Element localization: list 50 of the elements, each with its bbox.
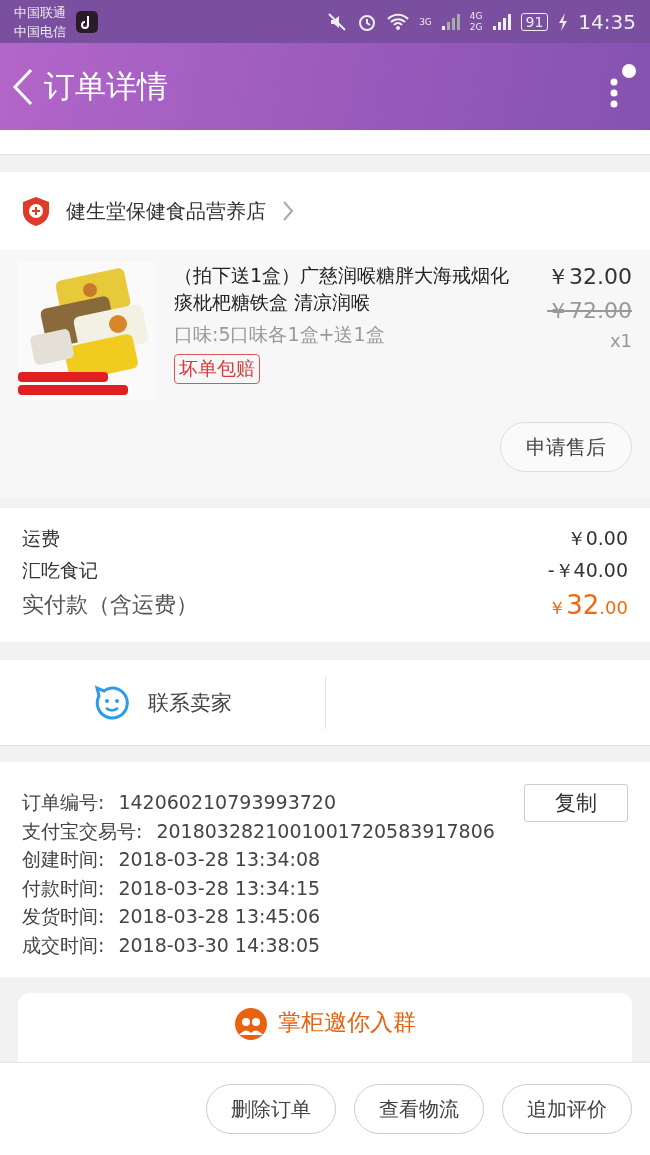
fee-label: 汇吃食记 (22, 558, 98, 583)
product-title[interactable]: （拍下送1盒）广慈润喉糖胖大海戒烟化痰枇杷糖铁盒 清凉润喉 (174, 262, 522, 316)
chevron-right-icon (282, 200, 294, 222)
page-title: 订单详情 (44, 66, 168, 106)
battery-level: 91 (520, 12, 549, 31)
fee-label: 运费 (22, 526, 60, 551)
app-icon (76, 10, 98, 33)
group-icon (234, 1007, 268, 1041)
info-label: 成交时间: (22, 932, 105, 957)
clock: 14:35 (578, 9, 636, 34)
contact-seller-link[interactable]: 联系卖家 (147, 688, 232, 717)
original-price: ￥72.00 (547, 297, 632, 325)
chat-face-icon[interactable] (93, 684, 130, 721)
total-amount: ￥32.00 (548, 590, 628, 620)
after-sale-button[interactable]: 申请售后 (500, 422, 632, 472)
info-value: 2018-03-30 14:38:05 (118, 932, 321, 957)
fee-value: ￥0.00 (566, 526, 628, 551)
info-label: 付款时间: (22, 875, 105, 900)
info-value: 2018-03-28 13:34:08 (118, 847, 321, 872)
mute-icon (327, 11, 348, 32)
info-label: 订单编号: (22, 790, 105, 815)
wifi-icon (387, 12, 410, 31)
signal-icon (492, 13, 511, 30)
info-value: 2018-03-28 13:45:06 (118, 904, 321, 929)
info-value: 2018032821001001720583917806 (156, 818, 495, 843)
guarantee-tag: 坏单包赔 (174, 354, 260, 384)
info-label: 支付宝交易号: (22, 818, 143, 843)
info-value: 142060210793993720 (118, 790, 336, 815)
info-label: 创建时间: (22, 847, 105, 872)
info-label: 发货时间: (22, 904, 105, 929)
signal-icon (441, 13, 460, 30)
network-label: 2G (469, 21, 483, 33)
action-button[interactable]: 查看物流 (354, 1084, 484, 1134)
action-button[interactable]: 删除订单 (206, 1084, 336, 1134)
carrier-name: 中国电信 (14, 22, 66, 41)
carrier-name: 中国联通 (14, 3, 66, 22)
charging-icon (558, 12, 569, 31)
shop-badge-icon (22, 196, 50, 226)
shop-name[interactable]: 健生堂保健食品营养店 (66, 197, 266, 225)
copy-button[interactable]: 复制 (524, 784, 628, 822)
network-label: 4G (469, 10, 483, 22)
network-label: 3G (419, 16, 432, 27)
quantity: x1 (609, 330, 632, 351)
info-value: 2018-03-28 13:34:15 (118, 875, 321, 900)
product-spec: 口味:5口味各1盒+送1盒 (174, 322, 386, 347)
back-icon[interactable] (12, 67, 34, 106)
action-button[interactable]: 追加评价 (502, 1084, 632, 1134)
fee-value: -￥40.00 (547, 558, 628, 583)
product-price: ￥32.00 (547, 263, 632, 291)
total-label: 实付款（含运费） (22, 591, 198, 619)
